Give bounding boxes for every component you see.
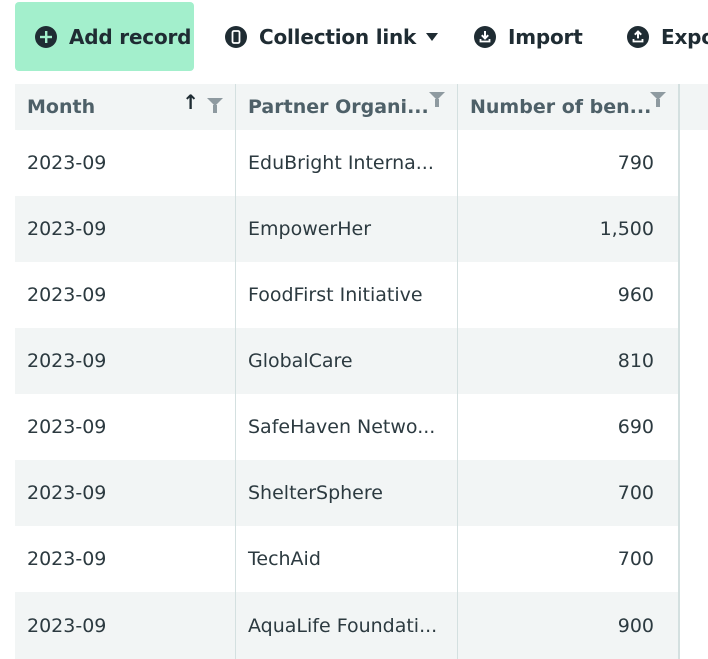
sort-ascending-icon[interactable]: ↑	[182, 92, 199, 112]
cell-partner[interactable]: EduBright Interna...	[236, 130, 458, 196]
cell-month[interactable]: 2023-09	[15, 130, 236, 196]
cell-partner[interactable]: TechAid	[236, 526, 458, 592]
column-header-month[interactable]: Month ↑	[15, 84, 236, 130]
cell-partner[interactable]: FoodFirst Initiative	[236, 262, 458, 328]
toolbar: Add record Collection link Import Exp	[0, 0, 708, 76]
table-row[interactable]: 2023-09 AquaLife Foundati... 900	[15, 592, 679, 659]
cell-month[interactable]: 2023-09	[15, 460, 236, 526]
column-header-label: Month	[27, 96, 96, 118]
filter-icon[interactable]	[650, 92, 666, 107]
cell-beneficiaries[interactable]: 700	[458, 526, 679, 592]
table-row[interactable]: 2023-09 TechAid 700	[15, 526, 679, 592]
export-button[interactable]: Expo	[626, 2, 708, 71]
import-button[interactable]: Import	[473, 2, 583, 71]
export-label: Expo	[661, 24, 708, 49]
column-header-partner[interactable]: Partner Organi...	[236, 84, 458, 130]
cell-beneficiaries[interactable]: 900	[458, 592, 679, 659]
data-grid: Month ↑ Partner Organi... Number of ben.…	[15, 84, 708, 659]
cell-month[interactable]: 2023-09	[15, 328, 236, 394]
column-header-label: Number of ben...	[470, 96, 652, 118]
phone-link-icon	[224, 25, 248, 49]
cell-month[interactable]: 2023-09	[15, 262, 236, 328]
upload-icon	[626, 25, 650, 49]
collection-link-label: Collection link	[259, 24, 417, 49]
collection-link-button[interactable]: Collection link	[224, 2, 439, 71]
table-row[interactable]: 2023-09 EmpowerHer 1,500	[15, 196, 679, 262]
table-row[interactable]: 2023-09 SafeHaven Netwo... 690	[15, 394, 679, 460]
download-icon	[473, 25, 497, 49]
add-record-button[interactable]: Add record	[15, 2, 194, 71]
table-header: Month ↑ Partner Organi... Number of ben.…	[15, 84, 679, 130]
table-row[interactable]: 2023-09 GlobalCare 810	[15, 328, 679, 394]
table-row[interactable]: 2023-09 ShelterSphere 700	[15, 460, 679, 526]
table-row[interactable]: 2023-09 EduBright Interna... 790	[15, 130, 679, 196]
plus-circle-icon	[34, 25, 58, 49]
import-label: Import	[508, 24, 583, 49]
cell-partner[interactable]: EmpowerHer	[236, 196, 458, 262]
grid-overflow-column	[679, 84, 708, 659]
chevron-down-icon	[426, 32, 439, 41]
cell-month[interactable]: 2023-09	[15, 394, 236, 460]
cell-month[interactable]: 2023-09	[15, 592, 236, 659]
table-row[interactable]: 2023-09 FoodFirst Initiative 960	[15, 262, 679, 328]
cell-partner[interactable]: AquaLife Foundati...	[236, 592, 458, 659]
add-record-label: Add record	[69, 24, 192, 49]
cell-partner[interactable]: ShelterSphere	[236, 460, 458, 526]
cell-month[interactable]: 2023-09	[15, 196, 236, 262]
cell-month[interactable]: 2023-09	[15, 526, 236, 592]
cell-beneficiaries[interactable]: 790	[458, 130, 679, 196]
column-header-label: Partner Organi...	[248, 96, 429, 118]
cell-beneficiaries[interactable]: 960	[458, 262, 679, 328]
filter-icon[interactable]	[207, 98, 223, 113]
cell-beneficiaries[interactable]: 690	[458, 394, 679, 460]
filter-icon[interactable]	[429, 92, 445, 107]
cell-beneficiaries[interactable]: 1,500	[458, 196, 679, 262]
cell-beneficiaries[interactable]: 810	[458, 328, 679, 394]
cell-beneficiaries[interactable]: 700	[458, 460, 679, 526]
cell-partner[interactable]: GlobalCare	[236, 328, 458, 394]
cell-partner[interactable]: SafeHaven Netwo...	[236, 394, 458, 460]
column-header-beneficiaries[interactable]: Number of ben...	[458, 84, 679, 130]
